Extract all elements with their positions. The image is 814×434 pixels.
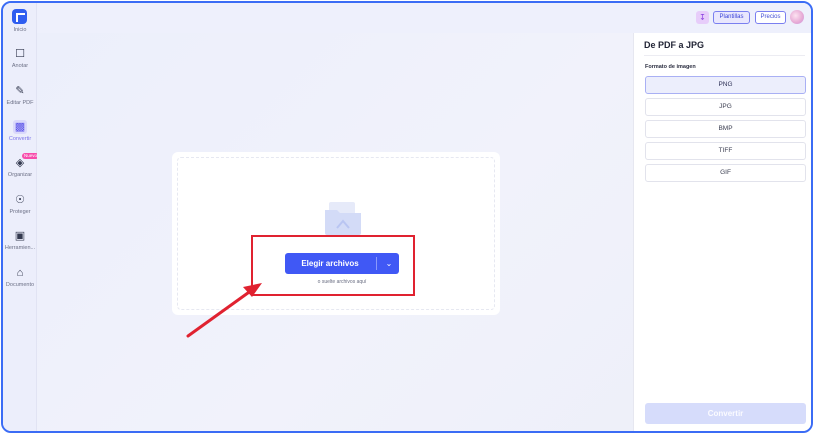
format-option-jpg[interactable]: JPG [645, 98, 806, 116]
sidebar-item-label: Herramien... [4, 245, 36, 251]
tools-icon: ▣ [14, 230, 26, 242]
plantillas-button[interactable]: Plantillas [713, 11, 750, 24]
app-window: Inicio ☐ Anotar ✎ Editar PDF ▩ Convertir… [1, 1, 813, 433]
shield-icon: ☉ [15, 194, 25, 206]
app-logo-icon[interactable] [12, 9, 27, 24]
sidebar-item-convertir[interactable]: ▩ Convertir [3, 120, 37, 142]
download-icon[interactable]: ↧ [696, 11, 709, 24]
annotate-icon: ☐ [15, 48, 25, 60]
folder-upload-icon [325, 202, 361, 235]
sidebar-item-editar-pdf[interactable]: ✎ Editar PDF [3, 84, 37, 106]
sidebar-item-organizar[interactable]: ◈ Nuevo Organizar [3, 153, 40, 178]
sidebar-item-herramientas[interactable]: ▣ Herramien... [3, 229, 37, 251]
sidebar-item-proteger[interactable]: ☉ Proteger [3, 193, 37, 215]
convert-icon: ▩ [13, 120, 27, 134]
sidebar: Inicio ☐ Anotar ✎ Editar PDF ▩ Convertir… [3, 3, 40, 431]
sidebar-item-label: Convertir [8, 136, 32, 142]
sidebar-item-label: Organizar [7, 172, 33, 178]
panel-title: De PDF a JPG [644, 40, 705, 50]
sidebar-item-label: Documento [5, 282, 35, 288]
sidebar-item-label: Proteger [9, 209, 31, 215]
format-option-tiff[interactable]: TIFF [645, 142, 806, 160]
precios-button[interactable]: Precios [755, 11, 786, 24]
avatar[interactable] [790, 10, 804, 24]
sidebar-item-label: Inicio [13, 27, 27, 33]
settings-panel: De PDF a JPG Formato de imagen PNG JPG B… [633, 33, 811, 431]
panel-divider [644, 55, 805, 56]
sidebar-item-anotar[interactable]: ☐ Anotar [3, 47, 37, 69]
top-bar: ↧ Plantillas Precios [37, 3, 811, 33]
convert-button[interactable]: Convertir [645, 403, 806, 424]
sidebar-item-label: Anotar [11, 63, 29, 69]
sidebar-item-documento[interactable]: ⌂ Documento [3, 266, 37, 288]
format-option-png[interactable]: PNG [645, 76, 806, 94]
sidebar-item-inicio[interactable]: Inicio [3, 25, 37, 33]
annotation-highlight-box [251, 235, 415, 296]
edit-pdf-icon: ✎ [15, 85, 25, 97]
format-option-bmp[interactable]: BMP [645, 120, 806, 138]
main-area: Elegir archivos ⌄ o suelte archivos aquí [37, 33, 633, 431]
format-label: Formato de imagen [645, 64, 696, 70]
document-home-icon: ⌂ [16, 267, 24, 279]
format-option-gif[interactable]: GIF [645, 164, 806, 182]
sidebar-item-label: Editar PDF [6, 100, 34, 106]
